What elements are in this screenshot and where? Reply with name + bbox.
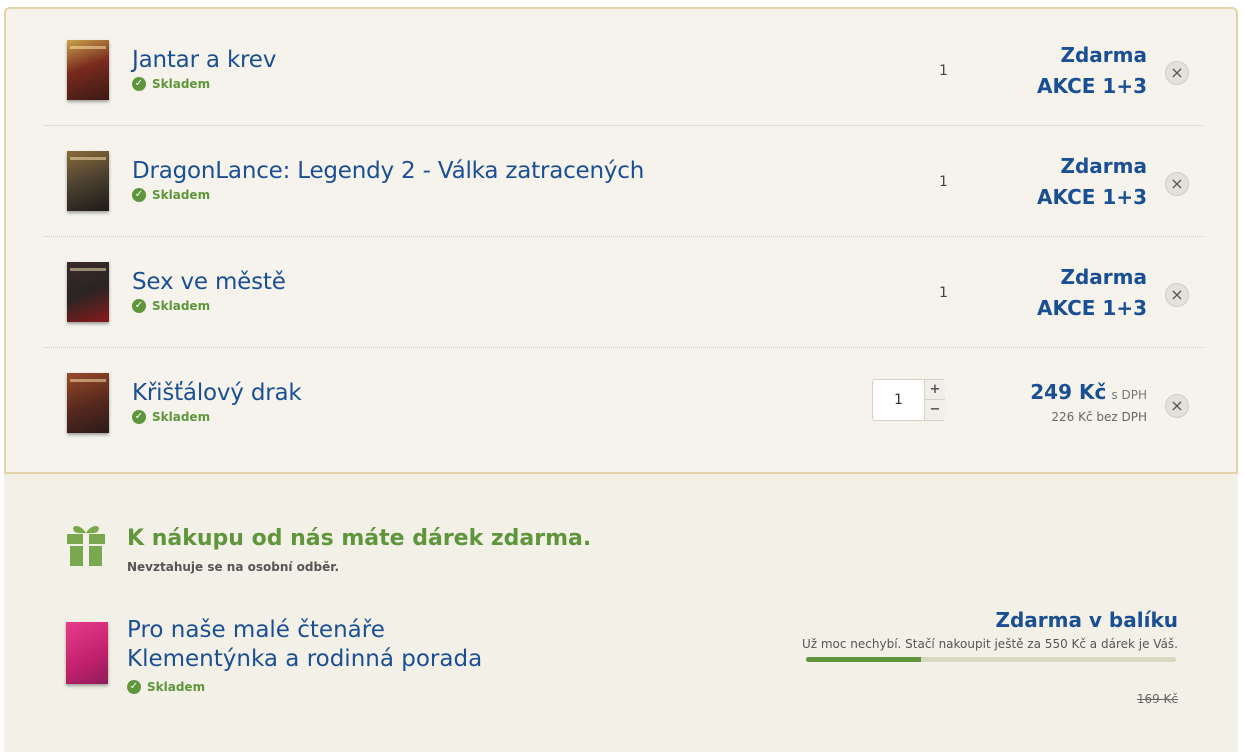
- gift-note: Nevztahuje se na osobní odběr.: [127, 560, 339, 574]
- book-cover-image[interactable]: [67, 373, 109, 433]
- decrease-quantity-button[interactable]: −: [924, 400, 945, 420]
- stock-status: ✓ Skladem: [132, 410, 210, 424]
- cart-item: DragonLance: Legendy 2 - Válka zatracený…: [44, 125, 1204, 236]
- item-quantity: 1: [939, 63, 948, 79]
- check-icon: ✓: [132, 299, 146, 313]
- promo-label: AKCE 1+3: [1037, 185, 1147, 209]
- promo-label: AKCE 1+3: [1037, 74, 1147, 98]
- remove-item-button[interactable]: ×: [1165, 61, 1189, 85]
- remove-item-button[interactable]: ×: [1165, 172, 1189, 196]
- cart-item: Sex ve městě ✓ Skladem 1 Zdarma AKCE 1+3…: [44, 236, 1204, 347]
- item-price: Zdarma AKCE 1+3: [1037, 40, 1147, 102]
- gift-book-cover-image[interactable]: [66, 622, 108, 684]
- book-cover-image[interactable]: [67, 262, 109, 322]
- quantity-input[interactable]: 1: [873, 380, 924, 420]
- item-price: 249 Kč s DPH: [1030, 380, 1147, 404]
- close-icon: ×: [1170, 285, 1184, 304]
- item-quantity: 1: [939, 285, 948, 301]
- book-cover-image[interactable]: [67, 151, 109, 211]
- gift-title-line1[interactable]: Pro naše malé čtenáře: [127, 617, 385, 643]
- price-free-label: Zdarma: [1060, 43, 1147, 67]
- remove-item-button[interactable]: ×: [1165, 394, 1189, 418]
- quantity-stepper: 1 + −: [872, 379, 945, 421]
- item-price: Zdarma AKCE 1+3: [1037, 151, 1147, 213]
- stock-label: Skladem: [147, 680, 206, 694]
- check-icon: ✓: [132, 188, 146, 202]
- price-unit: s DPH: [1111, 388, 1147, 402]
- close-icon: ×: [1170, 396, 1184, 415]
- gift-progress-fill: [806, 657, 921, 662]
- gift-free-label: Zdarma v balíku: [995, 608, 1178, 632]
- old-price: 169 Kč: [1136, 692, 1178, 706]
- check-icon: ✓: [132, 410, 146, 424]
- item-title[interactable]: Jantar a krev: [132, 47, 276, 73]
- stock-label: Skladem: [152, 299, 211, 313]
- gift-title-line2[interactable]: Klementýnka a rodinná porada: [127, 646, 482, 672]
- book-cover-image[interactable]: [67, 40, 109, 100]
- increase-quantity-button[interactable]: +: [924, 380, 945, 400]
- price-with-vat: 249 Kč: [1030, 380, 1107, 404]
- check-icon: ✓: [127, 680, 141, 694]
- gift-icon: [66, 523, 106, 571]
- promo-label: AKCE 1+3: [1037, 296, 1147, 320]
- item-quantity: 1: [939, 174, 948, 190]
- stock-status: ✓ Skladem: [132, 299, 210, 313]
- stock-label: Skladem: [152, 77, 211, 91]
- close-icon: ×: [1170, 63, 1184, 82]
- gift-progress-bar: [806, 657, 1176, 662]
- item-title[interactable]: Křišťálový drak: [132, 380, 302, 406]
- gift-heading: K nákupu od nás máte dárek zdarma.: [127, 526, 592, 551]
- stock-label: Skladem: [152, 410, 211, 424]
- gift-stock-status: ✓ Skladem: [127, 680, 205, 694]
- item-title[interactable]: Sex ve městě: [132, 269, 286, 295]
- price-free-label: Zdarma: [1060, 265, 1147, 289]
- item-price: Zdarma AKCE 1+3: [1037, 262, 1147, 324]
- stock-status: ✓ Skladem: [132, 77, 210, 91]
- price-free-label: Zdarma: [1060, 154, 1147, 178]
- cart-item: Křišťálový drak ✓ Skladem 1 + − 249 Kč s…: [44, 347, 1204, 458]
- gift-hint: Už moc nechybí. Stačí nakoupit ještě za …: [801, 637, 1178, 651]
- stock-status: ✓ Skladem: [132, 188, 210, 202]
- cart-items: Jantar a krev ✓ Skladem 1 Zdarma AKCE 1+…: [6, 9, 1236, 472]
- item-title[interactable]: DragonLance: Legendy 2 - Válka zatracený…: [132, 158, 644, 184]
- cart-item: Jantar a krev ✓ Skladem 1 Zdarma AKCE 1+…: [44, 14, 1204, 125]
- gift-section: K nákupu od nás máte dárek zdarma. Nevzt…: [4, 472, 1238, 752]
- check-icon: ✓: [132, 77, 146, 91]
- remove-item-button[interactable]: ×: [1165, 283, 1189, 307]
- stock-label: Skladem: [152, 188, 211, 202]
- cart-panel: Jantar a krev ✓ Skladem 1 Zdarma AKCE 1+…: [4, 7, 1238, 752]
- price-without-vat: 226 Kč bez DPH: [1051, 410, 1147, 424]
- close-icon: ×: [1170, 174, 1184, 193]
